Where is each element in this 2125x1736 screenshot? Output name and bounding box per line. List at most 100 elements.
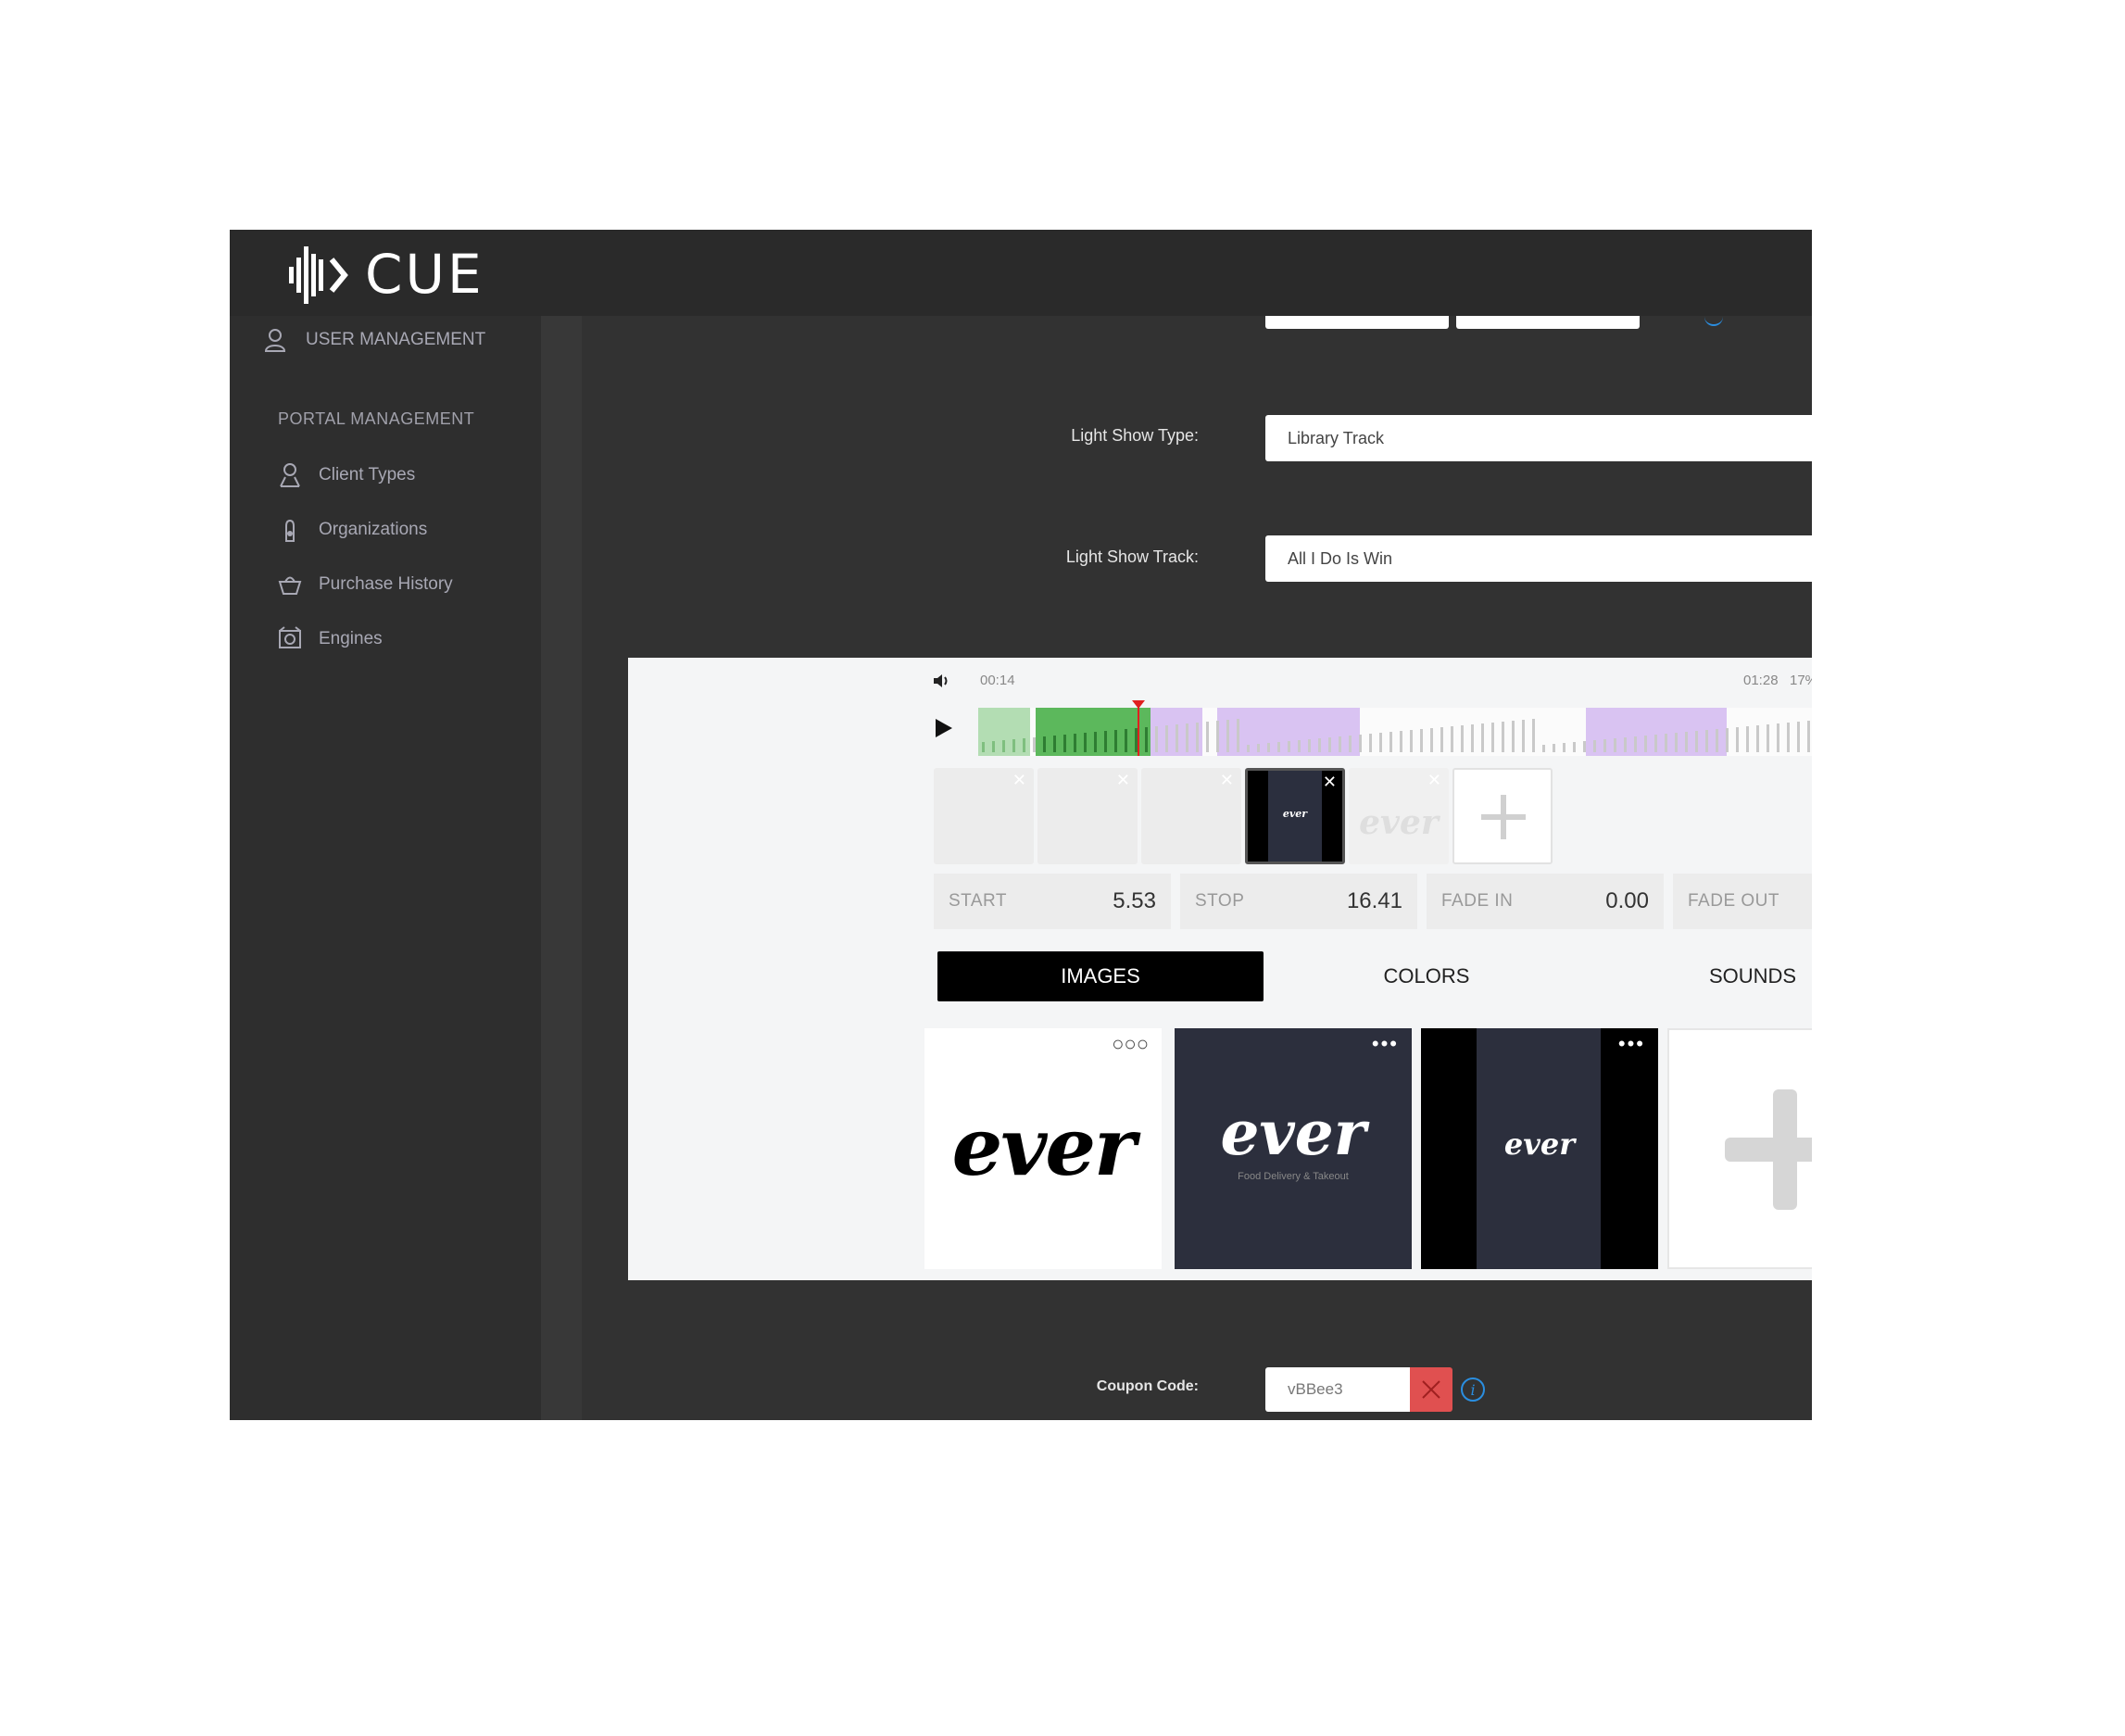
waveform-bar [1369, 734, 1372, 752]
light-show-type-select[interactable]: Library Track [1265, 415, 1812, 461]
fade-in-value: 0.00 [1605, 888, 1649, 913]
waveform-bar [1767, 724, 1769, 752]
remove-icon[interactable]: ✕ [1427, 771, 1441, 790]
coupon-code-input[interactable]: vBBee3 [1265, 1367, 1410, 1412]
playhead[interactable] [1132, 700, 1145, 756]
portal-management-heading: PORTAL MANAGEMENT [278, 409, 475, 428]
waveform-bar [1777, 723, 1779, 752]
waveform-bar [1624, 737, 1627, 752]
add-media-button[interactable] [1667, 1028, 1812, 1269]
more-options-icon[interactable]: ••• [1618, 1032, 1645, 1056]
card-image-text: ever [951, 1101, 1137, 1194]
media-card[interactable]: ••• ever [1421, 1028, 1658, 1269]
playhead-marker-icon[interactable] [1132, 700, 1145, 709]
waveform-bar [1726, 728, 1729, 752]
volume-icon[interactable] [932, 673, 952, 694]
waveform-bar [1247, 745, 1250, 752]
tab-colors[interactable]: COLORS [1264, 951, 1590, 1001]
hand-icon [276, 516, 304, 544]
waveform[interactable] [978, 700, 1812, 756]
remove-icon[interactable]: ✕ [1220, 771, 1234, 790]
start-value: 5.53 [1113, 888, 1156, 913]
add-slot-button[interactable] [1452, 768, 1553, 864]
waveform-bar [1226, 720, 1229, 752]
info-icon[interactable]: i [1460, 1377, 1486, 1407]
play-icon[interactable] [934, 717, 954, 744]
waveform-bar [1644, 736, 1647, 752]
waveform-bar [1797, 722, 1800, 752]
plus-icon [1481, 795, 1526, 839]
waveform-bar [1654, 735, 1657, 752]
media-card[interactable]: ○○○ ever [924, 1028, 1162, 1269]
sidebar-item-client-types[interactable]: Client Types [276, 461, 415, 489]
sidebar-item-user-management[interactable]: USER MANAGEMENT [263, 326, 485, 354]
waveform-bar [1349, 736, 1352, 752]
cue-logo-icon [289, 246, 348, 304]
svg-text:i: i [1470, 1381, 1475, 1399]
remove-icon[interactable]: ✕ [1012, 771, 1026, 790]
waveform-bar [1512, 721, 1515, 752]
waveform-bar [1206, 722, 1209, 752]
waveform-bar [1451, 726, 1453, 752]
remove-icon[interactable]: ✕ [1116, 771, 1130, 790]
waveform-bar [1502, 722, 1504, 752]
waveform-bar [1563, 743, 1565, 752]
timeline-slot[interactable]: ✕ [934, 768, 1034, 864]
waveform-bar [1736, 727, 1739, 752]
waveform-bar [1481, 723, 1484, 752]
sidebar-item-purchase-history[interactable]: Purchase History [276, 571, 453, 598]
waveform-bar [1328, 737, 1331, 752]
waveform-bar [1033, 737, 1036, 752]
waveform-bar [1430, 728, 1433, 752]
waveform-bar [1359, 735, 1362, 752]
waveform-bar [1114, 730, 1117, 752]
card-image-text: ever [1220, 1097, 1366, 1169]
waveform-bar [1155, 726, 1158, 752]
sidebar-item-organizations[interactable]: Organizations [276, 516, 427, 544]
waveform-bar [1573, 742, 1576, 752]
zoom-level[interactable]: 17% [1790, 673, 1812, 688]
time-select-partial[interactable] [1456, 316, 1640, 329]
waveform-bar [1339, 736, 1341, 752]
slot-thumb-text: ever [1282, 808, 1308, 820]
tab-sounds[interactable]: SOUNDS [1590, 951, 1812, 1001]
timeline-slot[interactable]: ✕ [1037, 768, 1138, 864]
sidebar-item-label: Client Types [319, 465, 416, 484]
timeline-slot[interactable]: ever ✕ [1349, 768, 1449, 864]
person-icon [276, 461, 304, 489]
plus-icon [1725, 1089, 1812, 1210]
end-time: 01:28 [1743, 673, 1779, 688]
date-select-partial[interactable] [1265, 316, 1449, 329]
clear-coupon-button[interactable] [1410, 1367, 1452, 1412]
waveform-bar [1063, 735, 1066, 752]
app-window: CUE USER MANAGEMENT PORTAL MANAGEMENT Cl… [230, 230, 1812, 1420]
logo[interactable]: CUE [283, 239, 484, 308]
coupon-code-label: Coupon Code: [1096, 1378, 1199, 1394]
start-field[interactable]: START 5.53 [934, 874, 1171, 929]
waveform-bar [1389, 732, 1392, 752]
stop-field[interactable]: STOP 16.41 [1180, 874, 1417, 929]
remove-icon[interactable]: ✕ [1323, 773, 1337, 792]
sidebar-item-engines[interactable]: Engines [276, 625, 383, 653]
sidebar-item-label: USER MANAGEMENT [306, 330, 486, 349]
waveform-bar [1308, 739, 1311, 752]
waveform-bar [1267, 743, 1270, 752]
more-options-icon[interactable]: ○○○ [1112, 1032, 1149, 1056]
sidebar-item-label: Purchase History [319, 574, 453, 594]
sidebar-divider [541, 316, 582, 1420]
waveform-bar [1012, 739, 1015, 752]
tab-images[interactable]: IMAGES [937, 951, 1264, 1001]
timeline-slot[interactable]: ✕ [1141, 768, 1241, 864]
fade-in-field[interactable]: FADE IN 0.00 [1427, 874, 1664, 929]
info-icon-partial[interactable] [1704, 313, 1723, 326]
more-options-icon[interactable]: ••• [1372, 1032, 1399, 1056]
fade-out-field[interactable]: FADE OUT [1673, 874, 1812, 929]
waveform-bar [1410, 730, 1413, 752]
light-show-track-select[interactable]: All I Do Is Win [1265, 535, 1812, 582]
waveform-bar [1298, 740, 1301, 752]
media-card[interactable]: ••• ever Food Delivery & Takeout [1175, 1028, 1412, 1269]
waveform-bar [1614, 738, 1616, 752]
waveform-bar [1695, 731, 1698, 752]
waveform-bar [1053, 736, 1056, 752]
timeline-slot-selected[interactable]: ever ✕ [1245, 768, 1345, 864]
